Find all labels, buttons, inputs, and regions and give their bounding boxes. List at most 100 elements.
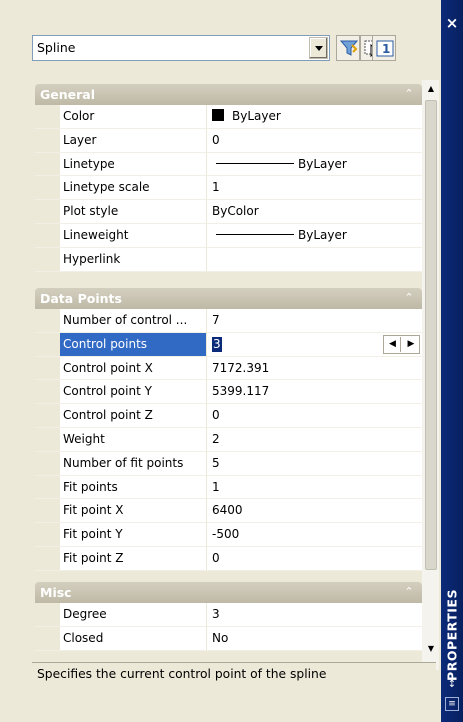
property-name: Lineweight <box>60 223 207 247</box>
description-pane: Specifies the current control point of t… <box>32 662 436 710</box>
chevron-down-icon <box>315 46 323 51</box>
property-row-linetype-scale[interactable]: Linetype scale 1 <box>35 176 422 201</box>
description-text: Specifies the current control point of t… <box>37 667 327 681</box>
property-row-lineweight[interactable]: Lineweight ByLayer <box>35 223 422 248</box>
property-value[interactable]: 2 <box>207 427 422 451</box>
properties-palette: Spline 1 General ⌃ Color ByLayer Layer 0… <box>0 0 441 722</box>
toggle-pickadd-button[interactable]: 1 <box>372 35 396 61</box>
property-row-number-of-fit-points[interactable]: Number of fit points 5 <box>35 451 422 476</box>
property-row-linetype[interactable]: Linetype ByLayer <box>35 152 422 177</box>
property-name: Closed <box>60 626 207 650</box>
property-name: Number of control ... <box>60 309 207 332</box>
collapse-icon[interactable]: ⌃ <box>402 291 416 305</box>
previous-point-icon[interactable]: ◀ <box>385 336 401 352</box>
property-value[interactable]: 6400 <box>207 499 422 523</box>
property-name: Control point Y <box>60 380 207 404</box>
property-row-hyperlink[interactable]: Hyperlink <box>35 247 422 272</box>
property-name: Color <box>60 105 207 128</box>
pickadd-icon: 1 <box>376 40 394 57</box>
property-value[interactable]: ByLayer <box>207 152 422 176</box>
object-type-value: Spline <box>37 40 76 55</box>
vertical-scrollbar[interactable]: ▲ ▼ <box>422 80 439 670</box>
section-data-points-rows: Number of control ... 7 Control points 3… <box>35 309 422 571</box>
property-name: Control point X <box>60 356 207 380</box>
property-name: Layer <box>60 128 207 152</box>
property-value[interactable]: ByColor <box>207 200 422 223</box>
property-name: Plot style <box>60 200 207 223</box>
linetype-sample-icon <box>216 162 294 164</box>
close-icon[interactable]: × <box>441 14 463 32</box>
property-value[interactable]: -500 <box>207 523 422 546</box>
section-title: General <box>40 87 95 102</box>
property-name: Degree <box>60 603 207 626</box>
property-value[interactable]: 0 <box>207 404 422 427</box>
property-row-fit-point-y[interactable]: Fit point Y -500 <box>35 523 422 547</box>
property-name: Number of fit points <box>60 451 207 475</box>
property-name: Fit point X <box>60 499 207 523</box>
property-row-control-point-y[interactable]: Control point Y 5399.117 <box>35 380 422 405</box>
section-title: Data Points <box>40 291 122 306</box>
property-name: Fit point Z <box>60 546 207 570</box>
property-row-closed[interactable]: Closed No <box>35 626 422 651</box>
property-name: Linetype <box>60 152 207 176</box>
object-type-select[interactable]: Spline <box>32 35 330 61</box>
property-value[interactable]: 7172.391 <box>207 356 422 380</box>
section-general-header[interactable]: General ⌃ <box>35 84 422 105</box>
property-value[interactable]: 7 <box>207 309 422 332</box>
linetype-value: ByLayer <box>298 156 347 171</box>
property-value[interactable]: 1 <box>207 475 422 499</box>
next-point-icon[interactable]: ▶ <box>403 337 419 352</box>
color-value: ByLayer <box>232 109 281 123</box>
property-name: Linetype scale <box>60 176 207 200</box>
property-row-weight[interactable]: Weight 2 <box>35 427 422 452</box>
property-name: Fit point Y <box>60 523 207 546</box>
scroll-down-icon[interactable]: ▼ <box>424 642 438 656</box>
property-row-degree[interactable]: Degree 3 <box>35 603 422 627</box>
collapse-icon[interactable]: ⌃ <box>402 585 416 599</box>
collapse-icon[interactable]: ⌃ <box>402 87 416 101</box>
section-title: Misc <box>40 585 72 600</box>
property-row-control-point-x[interactable]: Control point X 7172.391 <box>35 356 422 381</box>
property-value[interactable]: No <box>207 626 422 650</box>
palette-titlebar[interactable]: × PROPERTIES ↕ ≡ <box>441 0 463 722</box>
property-name: Hyperlink <box>60 247 207 271</box>
property-row-fit-point-x[interactable]: Fit point X 6400 <box>35 499 422 524</box>
section-misc-header[interactable]: Misc ⌃ <box>35 582 422 603</box>
property-row-number-of-control-vertices[interactable]: Number of control ... 7 <box>35 309 422 333</box>
property-grid: General ⌃ Color ByLayer Layer 0 Linetype… <box>32 80 422 670</box>
property-value[interactable]: 0 <box>207 128 422 152</box>
property-value[interactable]: ByLayer <box>207 223 422 247</box>
scroll-thumb[interactable] <box>425 100 437 570</box>
property-value[interactable]: 5399.117 <box>207 380 422 404</box>
control-points-input[interactable]: 3 ◀ ▶ <box>207 332 422 356</box>
section-general-rows: Color ByLayer Layer 0 Linetype ByLayer L… <box>35 105 422 272</box>
properties-menu-icon[interactable]: ≡ <box>445 697 459 711</box>
property-name: Control points <box>60 332 207 356</box>
property-value[interactable]: 3 <box>207 603 422 626</box>
property-row-fit-points[interactable]: Fit points 1 <box>35 475 422 500</box>
section-misc-rows: Degree 3 Closed No <box>35 603 422 651</box>
property-row-plot-style[interactable]: Plot style ByColor <box>35 200 422 224</box>
svg-text:1: 1 <box>382 42 390 56</box>
palette-title-text: PROPERTIES <box>444 589 460 681</box>
control-point-stepper[interactable]: ◀ ▶ <box>383 334 420 354</box>
property-value[interactable]: 1 <box>207 176 422 200</box>
section-data-points-header[interactable]: Data Points ⌃ <box>35 288 422 309</box>
property-row-control-points[interactable]: Control points 3 ◀ ▶ <box>35 332 422 357</box>
property-row-control-point-z[interactable]: Control point Z 0 <box>35 404 422 428</box>
property-value[interactable]: 5 <box>207 451 422 475</box>
property-row-fit-point-z[interactable]: Fit point Z 0 <box>35 546 422 571</box>
property-row-color[interactable]: Color ByLayer <box>35 105 422 129</box>
auto-hide-icon[interactable]: ↕ <box>445 678 459 692</box>
quick-select-icon <box>340 40 358 56</box>
property-value[interactable]: ByLayer <box>207 105 422 128</box>
dropdown-arrow-button[interactable] <box>309 37 328 59</box>
scroll-up-icon[interactable]: ▲ <box>424 82 438 96</box>
property-value[interactable]: 0 <box>207 546 422 570</box>
property-value[interactable] <box>207 247 422 271</box>
control-point-index[interactable]: 3 <box>212 336 222 352</box>
property-row-layer[interactable]: Layer 0 <box>35 128 422 153</box>
lineweight-value: ByLayer <box>298 227 347 242</box>
lineweight-sample-icon <box>216 233 294 235</box>
quick-select-button[interactable] <box>336 35 360 61</box>
